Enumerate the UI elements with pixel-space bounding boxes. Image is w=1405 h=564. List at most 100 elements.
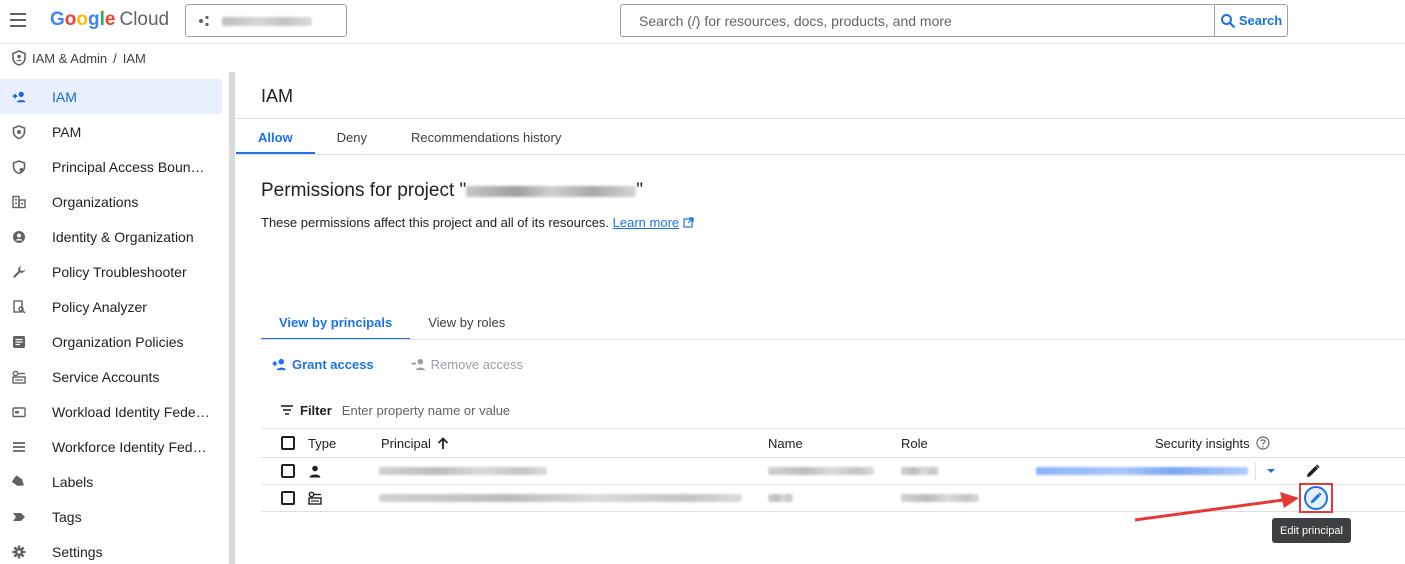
divider (261, 339, 1405, 340)
sidebar-item-label: Workload Identity Fede… (52, 403, 210, 420)
open-in-new-icon[interactable] (683, 217, 694, 228)
caret-down-icon[interactable] (1266, 468, 1276, 474)
sidebar-item-label: Policy Analyzer (52, 298, 147, 315)
permissions-description-text: These permissions affect this project an… (261, 215, 610, 230)
sidebar-item-pam[interactable]: PAM (0, 114, 222, 149)
shield-icon (12, 125, 26, 139)
sidebar-resize-handle[interactable] (229, 72, 235, 564)
principal-redacted (379, 467, 547, 475)
select-all-checkbox[interactable] (281, 436, 295, 450)
sidebar-item-service-accounts[interactable]: Service Accounts (0, 359, 222, 394)
service-account-icon (12, 370, 26, 384)
sidebar-item-iam[interactable]: IAM (0, 79, 222, 114)
security-insight-redacted[interactable] (1036, 467, 1248, 475)
grant-access-button[interactable]: Grant access (271, 357, 374, 372)
sidebar-item-principal-access-boundary[interactable]: Principal Access Boun… (0, 149, 222, 184)
learn-more-link[interactable]: Learn more (613, 215, 679, 230)
column-principal[interactable]: Principal (381, 429, 449, 457)
name-redacted (768, 467, 874, 475)
filter-label: Filter (300, 402, 332, 418)
column-security-insights-label: Security insights (1155, 435, 1250, 451)
arrow-up-icon (437, 436, 448, 449)
sidebar-item-tags[interactable]: Tags (0, 499, 222, 534)
sidebar-item-label: Principal Access Boun… (52, 158, 205, 175)
pencil-icon[interactable] (1306, 464, 1320, 478)
sidebar-item-policy-analyzer[interactable]: Policy Analyzer (0, 289, 222, 324)
wrench-icon (13, 266, 25, 278)
person-add-icon (272, 358, 286, 370)
divider (236, 154, 1405, 155)
help-icon[interactable] (1256, 436, 1270, 450)
policy-tabs: Allow Deny Recommendations history (236, 119, 583, 155)
top-bar: Google Cloud Search (0, 0, 1405, 44)
sidebar-item-organizations[interactable]: Organizations (0, 184, 222, 219)
label-icon (12, 475, 24, 486)
sidebar-item-label: Settings (52, 543, 103, 560)
sidebar-item-identity-organization[interactable]: Identity & Organization (0, 219, 222, 254)
permissions-title-prefix: Permissions for project " (261, 180, 467, 201)
column-principal-label: Principal (381, 435, 431, 451)
project-name-redacted (466, 185, 637, 197)
breadcrumb-separator: / (113, 50, 117, 66)
sidebar-item-label: Workforce Identity Fed… (52, 438, 207, 455)
search-input[interactable] (621, 5, 1216, 36)
main-content: IAM Allow Deny Recommendations history P… (236, 72, 1405, 564)
breadcrumb: IAM & Admin / IAM (12, 48, 146, 68)
google-cloud-logo[interactable]: Google Cloud (50, 9, 169, 31)
search-box: Search (620, 4, 1288, 37)
table-row[interactable] (261, 458, 1405, 485)
sidebar-item-workforce-identity-federation[interactable]: Workforce Identity Fed… (0, 429, 222, 464)
policy-boundary-icon (12, 160, 26, 174)
edit-principal-button[interactable] (1304, 486, 1328, 510)
filter-input[interactable] (341, 402, 642, 418)
role-redacted (901, 467, 939, 475)
column-name[interactable]: Name (768, 429, 803, 457)
sidebar-item-organization-policies[interactable]: Organization Policies (0, 324, 222, 359)
tab-deny[interactable]: Deny (315, 119, 389, 155)
logo-cloud: Cloud (119, 9, 170, 30)
sidebar-item-label: Service Accounts (52, 368, 160, 385)
role-redacted (901, 494, 979, 502)
sidebar-item-label: Tags (52, 508, 82, 525)
tab-allow[interactable]: Allow (236, 119, 315, 155)
name-redacted (768, 494, 793, 502)
divider (1255, 462, 1256, 480)
sidebar-item-workload-identity-federation[interactable]: Workload Identity Fede… (0, 394, 222, 429)
sidebar-item-label: Labels (52, 473, 94, 490)
article-icon (13, 336, 25, 348)
tab-view-by-roles[interactable]: View by roles (410, 304, 523, 340)
column-role[interactable]: Role (901, 429, 928, 457)
row-checkbox[interactable] (281, 464, 295, 478)
filter-bar: Filter (280, 400, 642, 420)
person-remove-icon (411, 358, 425, 370)
permissions-title: Permissions for project " " (261, 180, 643, 202)
column-type[interactable]: Type (308, 429, 336, 457)
tag-icon (13, 513, 25, 521)
sidebar-item-label: Identity & Organization (52, 228, 194, 245)
row-checkbox[interactable] (281, 491, 295, 505)
page-title: IAM (261, 86, 294, 106)
sidebar-item-policy-troubleshooter[interactable]: Policy Troubleshooter (0, 254, 222, 289)
sidebar-item-labels[interactable]: Labels (0, 464, 222, 499)
principal-redacted (379, 494, 742, 502)
project-picker[interactable] (185, 4, 347, 37)
edit-principal-highlight (1299, 483, 1333, 513)
table-header: Type Principal Name Role Security insigh… (261, 428, 1405, 458)
tab-view-by-principals[interactable]: View by principals (261, 304, 411, 340)
id-card-icon (12, 407, 26, 418)
search-button[interactable]: Search (1214, 5, 1287, 36)
menu-icon[interactable] (10, 13, 26, 27)
remove-access-button[interactable]: Remove access (410, 357, 523, 372)
person-icon (309, 465, 321, 477)
remove-access-label: Remove access (430, 356, 524, 372)
search-button-label: Search (1238, 13, 1283, 28)
pencil-icon (1310, 492, 1322, 504)
sidebar: IAM PAM Principal Access Boun… Organizat… (0, 79, 222, 564)
tab-recommendations-history[interactable]: Recommendations history (389, 119, 583, 155)
organizations-icon (12, 195, 26, 209)
column-security-insights[interactable]: Security insights (1155, 429, 1270, 457)
sidebar-item-settings[interactable]: Settings (0, 534, 222, 564)
filter-icon (281, 405, 293, 415)
breadcrumb-section[interactable]: IAM & Admin (32, 51, 107, 66)
shield-person-icon (12, 50, 26, 66)
